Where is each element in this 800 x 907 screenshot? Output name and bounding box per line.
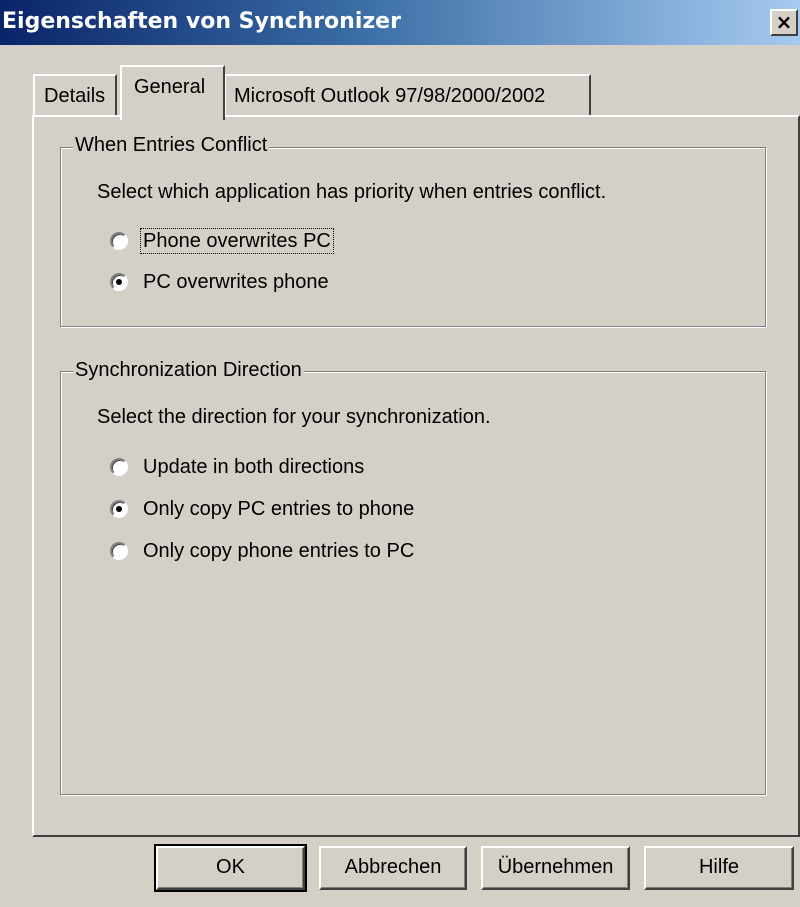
radio-label[interactable]: Only copy phone entries to PC xyxy=(143,539,414,563)
tab-outlook-label: Microsoft Outlook 97/98/2000/2002 xyxy=(234,85,546,107)
radio-unselected-icon[interactable] xyxy=(110,458,128,476)
radio-label[interactable]: Update in both directions xyxy=(143,455,364,479)
tab-microsoft-outlook[interactable]: Microsoft Outlook 97/98/2000/2002 xyxy=(224,74,591,116)
tab-details[interactable]: Details xyxy=(33,74,117,116)
radio-unselected-icon[interactable] xyxy=(110,542,128,560)
radio-selected-icon[interactable] xyxy=(110,273,128,291)
close-icon: × xyxy=(775,10,793,34)
radio-unselected-icon[interactable] xyxy=(110,232,128,250)
radio-selected-icon[interactable] xyxy=(110,500,128,518)
tab-general-label: General xyxy=(134,76,206,98)
tab-general[interactable]: General xyxy=(120,65,225,120)
conflict-description: Select which application has priority wh… xyxy=(97,181,607,203)
radio-label[interactable]: PC overwrites phone xyxy=(143,270,329,294)
cancel-button[interactable]: Abbrechen xyxy=(319,846,467,890)
ok-button[interactable]: OK xyxy=(154,844,307,892)
properties-dialog: Eigenschaften von Synchronizer × Details… xyxy=(0,0,800,907)
direction-group-legend: Synchronization Direction xyxy=(73,358,304,382)
window-title: Eigenschaften von Synchronizer xyxy=(2,9,401,34)
apply-button[interactable]: Übernehmen xyxy=(481,846,630,890)
radio-label[interactable]: Only copy PC entries to phone xyxy=(143,497,414,521)
conflict-group-legend: When Entries Conflict xyxy=(73,133,270,157)
tab-details-label: Details xyxy=(44,85,106,107)
direction-description: Select the direction for your synchroniz… xyxy=(97,406,491,428)
help-button[interactable]: Hilfe xyxy=(644,846,794,890)
direction-groupbox xyxy=(60,371,766,795)
radio-label[interactable]: Phone overwrites PC xyxy=(140,228,334,254)
close-button[interactable]: × xyxy=(770,9,798,36)
title-bar[interactable]: Eigenschaften von Synchronizer × xyxy=(0,0,800,45)
